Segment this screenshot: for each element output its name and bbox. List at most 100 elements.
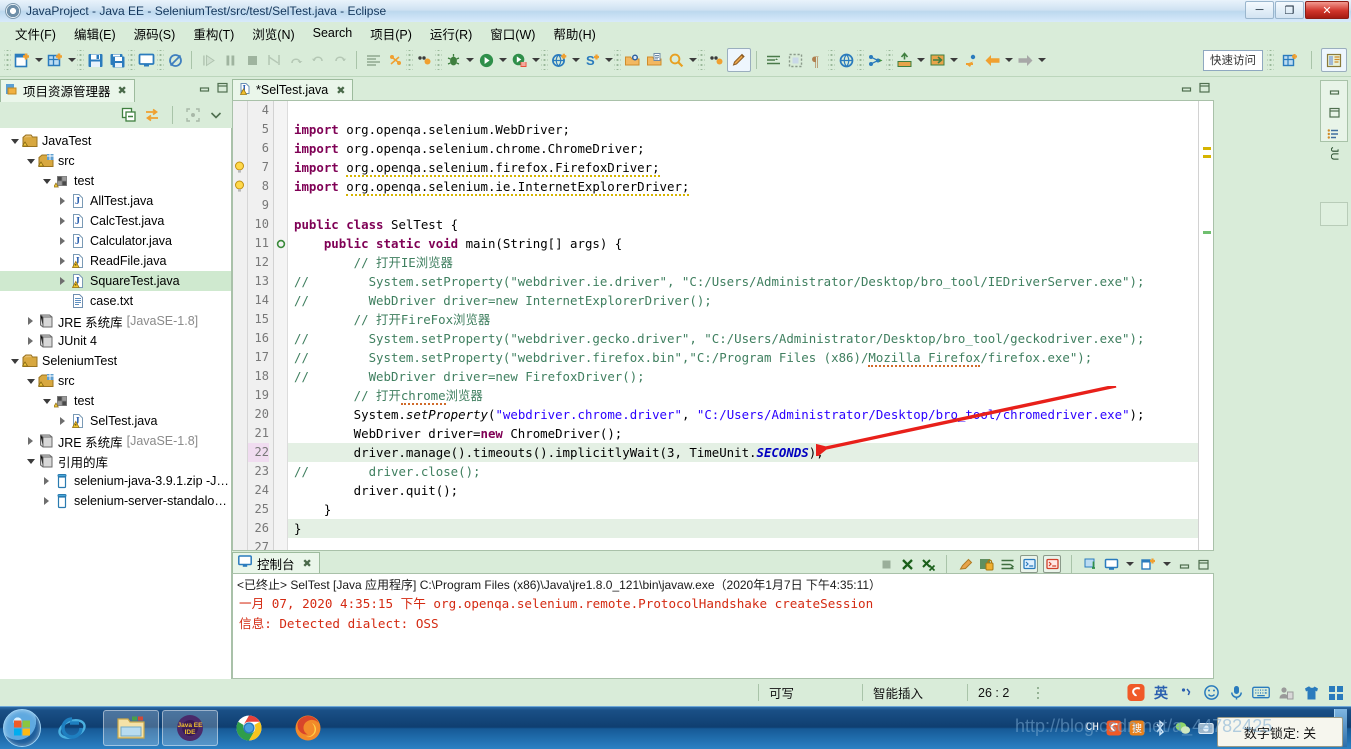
maximize-icon[interactable] — [215, 80, 229, 94]
open-console-icon[interactable] — [135, 49, 157, 71]
tree-item[interactable]: J ReadFile.java — [0, 251, 231, 271]
minimize-icon[interactable] — [1177, 557, 1191, 571]
focus-icon[interactable] — [185, 107, 201, 123]
outline-icon[interactable] — [1327, 128, 1341, 145]
editor-folding-ruler[interactable] — [274, 101, 288, 550]
code-line[interactable]: import org.openqa.selenium.ie.InternetEx… — [288, 177, 1198, 196]
tree-item[interactable]: JUnit 4 — [0, 331, 231, 351]
project-tree[interactable]: JavaTest src test J AllTest.java J CalcTest.ja… — [0, 128, 232, 679]
screenshot-icon[interactable] — [1198, 720, 1214, 736]
chevron-down-icon[interactable] — [24, 451, 37, 471]
user-icon[interactable] — [1277, 684, 1295, 702]
menu-help[interactable]: 帮助(H) — [544, 22, 604, 45]
chevron-right-icon[interactable] — [40, 471, 53, 491]
menu-run[interactable]: 运行(R) — [421, 22, 481, 45]
new-wizard-dropdown[interactable] — [33, 49, 44, 71]
menu-window[interactable]: 窗口(W) — [481, 22, 544, 45]
close-icon[interactable]: ✖ — [118, 84, 127, 97]
remove-all-icon[interactable] — [920, 556, 936, 572]
show-console-icon[interactable] — [1020, 555, 1038, 573]
tab-project-explorer[interactable]: 项目资源管理器 ✖ — [0, 78, 135, 102]
code-line[interactable] — [288, 101, 1198, 120]
code-line[interactable]: public static void main(String[] args) { — [288, 234, 1198, 253]
chevron-down-icon[interactable] — [40, 391, 53, 411]
open-perspective-icon[interactable] — [1278, 49, 1302, 71]
lock-scroll-icon[interactable] — [978, 556, 994, 572]
tree-item[interactable]: J Calculator.java — [0, 231, 231, 251]
server-new-icon[interactable]: S — [581, 49, 603, 71]
menu-edit[interactable]: 编辑(E) — [65, 22, 125, 45]
code-line[interactable]: import org.openqa.selenium.chrome.Chrome… — [288, 139, 1198, 158]
chevron-down-icon[interactable] — [8, 131, 21, 151]
tree-item[interactable]: selenium-server-standalo… — [0, 491, 231, 511]
toggle-mark-icon[interactable] — [762, 49, 784, 71]
editor-annotation-ruler[interactable] — [233, 101, 248, 550]
export-icon[interactable] — [926, 49, 948, 71]
lang-toggle-icon[interactable]: 英 — [1152, 684, 1170, 702]
search-dropdown[interactable] — [687, 49, 698, 71]
code-line[interactable]: // 打开IE浏览器 — [288, 253, 1198, 272]
tab-console[interactable]: 控制台 ✖ — [232, 552, 320, 573]
pilcrow-icon[interactable]: ¶ — [806, 49, 828, 71]
maximize-icon[interactable] — [1328, 106, 1341, 122]
chevron-right-icon[interactable] — [24, 311, 37, 331]
step-return-icon[interactable] — [307, 49, 329, 71]
minimize-button[interactable]: ─ — [1245, 1, 1274, 19]
code-line[interactable]: driver.quit(); — [288, 481, 1198, 500]
tree-item[interactable]: J AllTest.java — [0, 191, 231, 211]
outline-fast-view[interactable] — [1320, 80, 1348, 142]
soft-keyboard-icon[interactable] — [1252, 684, 1270, 702]
run-dropdown[interactable] — [497, 49, 508, 71]
menu-file[interactable]: 文件(F) — [6, 22, 65, 45]
chevron-right-icon[interactable] — [56, 211, 69, 231]
web-dropdown[interactable] — [570, 49, 581, 71]
import-icon[interactable] — [893, 49, 915, 71]
menu-navigate[interactable]: 浏览(N) — [243, 22, 303, 45]
emoji-icon[interactable] — [1202, 684, 1220, 702]
windows-start-icon[interactable] — [3, 709, 41, 747]
step-over-icon[interactable] — [285, 49, 307, 71]
fold-marker-icon[interactable] — [274, 234, 287, 253]
tree-item[interactable]: test — [0, 171, 231, 191]
tree-item[interactable]: JavaTest — [0, 131, 231, 151]
chevron-right-icon[interactable] — [24, 431, 37, 451]
close-button[interactable]: ✕ — [1305, 1, 1349, 19]
chevron-right-icon[interactable] — [40, 491, 53, 511]
maximize-icon[interactable] — [1197, 80, 1211, 94]
save-icon[interactable] — [84, 49, 106, 71]
sogou-logo-icon[interactable] — [1127, 683, 1145, 702]
minimize-icon[interactable] — [197, 80, 211, 94]
tree-item[interactable]: selenium-java-3.9.1.zip -J… — [0, 471, 231, 491]
terminate-icon[interactable] — [878, 556, 894, 572]
chevron-right-icon[interactable] — [56, 191, 69, 211]
toolbar-drag-handle[interactable] — [4, 50, 11, 70]
new-folder-dropdown[interactable] — [66, 49, 77, 71]
punct-icon[interactable] — [1177, 684, 1195, 702]
chevron-down-icon[interactable] — [24, 151, 37, 171]
bluetooth-icon[interactable] — [1152, 720, 1168, 736]
open-console-dropdown[interactable] — [1124, 553, 1135, 575]
link-debug-icon[interactable] — [384, 49, 406, 71]
taskbar-internet-explorer[interactable] — [44, 710, 100, 746]
toggle-block-icon[interactable] — [784, 49, 806, 71]
quick-fix-bulb-icon[interactable] — [233, 158, 246, 177]
edit-pencil-icon[interactable] — [727, 48, 751, 72]
code-line[interactable]: // System.setProperty("webdriver.firefox… — [288, 348, 1198, 367]
sogou-pinyin-icon[interactable]: 搜 — [1129, 720, 1145, 736]
coverage-dropdown[interactable] — [530, 49, 541, 71]
clear-console-icon[interactable] — [957, 556, 973, 572]
remove-launch-icon[interactable] — [899, 556, 915, 572]
import-dropdown[interactable] — [915, 49, 926, 71]
minimize-icon[interactable] — [1179, 80, 1193, 94]
taskbar-eclipse-java-ee[interactable]: Java EE IDE — [162, 710, 218, 746]
tree-item[interactable]: test — [0, 391, 231, 411]
display-selected-icon[interactable] — [1082, 556, 1098, 572]
skin-icon[interactable] — [1302, 684, 1320, 702]
tree-item[interactable]: src — [0, 151, 231, 171]
debug-dropdown[interactable] — [464, 49, 475, 71]
code-line[interactable]: // WebDriver driver=new FirefoxDriver(); — [288, 367, 1198, 386]
forward-icon[interactable] — [1014, 49, 1036, 71]
code-line[interactable]: // System.setProperty("webdriver.gecko.d… — [288, 329, 1198, 348]
chevron-right-icon[interactable] — [56, 231, 69, 251]
code-line[interactable]: import org.openqa.selenium.firefox.Firef… — [288, 158, 1198, 177]
